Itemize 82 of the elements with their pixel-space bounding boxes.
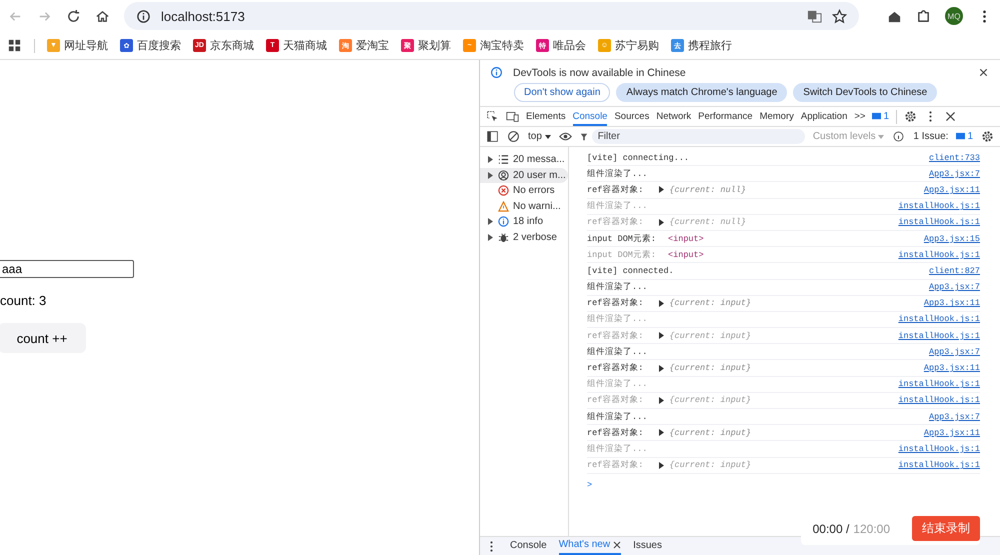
filter-field[interactable]: Filter [592, 129, 805, 144]
infobar-button[interactable]: Always match Chrome's language [616, 83, 788, 102]
log-message: ref容器对象: [587, 459, 644, 472]
log-message: 组件渲染了... [587, 442, 648, 455]
log-message: input DOM元素: [587, 248, 656, 261]
log-message: 组件渲染了... [587, 378, 648, 390]
issues-badge[interactable]: 1 [956, 131, 973, 142]
count-text: count: 3 [0, 293, 46, 308]
context-dropdown[interactable]: top [528, 131, 551, 142]
source-link[interactable]: installHook.js:1 [898, 330, 980, 341]
log-message: 组件渲染了... [587, 410, 648, 423]
time-limit: 120:00 [853, 522, 890, 536]
object-preview[interactable]: {current: null} [659, 184, 746, 195]
devtools-tab[interactable]: Network [656, 107, 692, 126]
avatar[interactable]: MQ [945, 7, 963, 25]
log-message: 组件渲染了... [587, 168, 648, 180]
source-link[interactable]: installHook.js:1 [898, 444, 980, 454]
source-link[interactable]: App3.jsx:7 [928, 282, 980, 292]
count-button[interactable]: count ++ [0, 323, 86, 353]
text-input[interactable]: aaa [0, 260, 134, 278]
log-message: [vite] connected. [587, 266, 674, 276]
source-link[interactable]: App3.jsx:7 [928, 168, 980, 179]
messages-badge[interactable]: 1 [872, 111, 890, 122]
sidebar-item[interactable]: No warni... [480, 198, 568, 214]
source-link[interactable]: installHook.js:1 [898, 379, 980, 390]
log-message: ref容器对象: [587, 330, 644, 342]
source-link[interactable]: client:827 [928, 266, 980, 276]
sidebar-item[interactable]: 20 messa... [480, 152, 568, 168]
source-link[interactable]: installHook.js:1 [898, 201, 980, 212]
console-prompt[interactable]: > [587, 474, 980, 490]
elapsed-time: 00:00 / [812, 522, 850, 536]
log-message: 组件渲染了... [587, 281, 648, 294]
source-link[interactable]: App3.jsx:11 [924, 428, 980, 438]
log-message: ref容器对象: [587, 184, 644, 196]
object-preview[interactable]: {current: input} [659, 298, 752, 308]
log-message: 组件渲染了... [587, 200, 648, 212]
source-link[interactable]: App3.jsx:7 [928, 346, 980, 357]
log-message: ref容器对象: [587, 362, 644, 374]
devtools-tab[interactable]: Console [572, 107, 608, 126]
devtools-tab[interactable]: Elements [526, 107, 566, 126]
source-link[interactable]: App3.jsx:11 [924, 298, 980, 308]
stop-recording-button[interactable]: 结束录制 [912, 516, 980, 541]
infobar-button[interactable]: Don't show again [514, 83, 610, 102]
source-link[interactable]: installHook.js:1 [898, 217, 980, 228]
element-preview[interactable]: <input> [668, 250, 704, 260]
source-link[interactable]: App3.jsx:11 [924, 363, 980, 374]
source-link[interactable]: installHook.js:1 [898, 250, 980, 260]
sidebar-item[interactable]: 2 verbose [480, 230, 568, 245]
issues-label[interactable]: 1 Issue: [913, 131, 948, 142]
log-message: ref容器对象: [587, 216, 644, 228]
log-message: 组件渲染了... [587, 346, 648, 358]
drawer-tab[interactable]: What's new [558, 537, 622, 555]
log-message: input DOM元素: [587, 232, 656, 245]
log-message: ref容器对象: [587, 297, 644, 310]
sidebar-item[interactable]: 18 info [480, 214, 568, 230]
element-preview[interactable]: <input> [668, 234, 704, 244]
address-bar[interactable]: localhost:5173 [124, 2, 859, 30]
source-link[interactable]: installHook.js:1 [898, 460, 980, 470]
log-message: [vite] connecting... [587, 152, 690, 163]
devtools-tab[interactable]: Sources [614, 107, 650, 126]
object-preview[interactable]: {current: input} [659, 363, 752, 374]
source-link[interactable]: installHook.js:1 [898, 395, 980, 406]
devtools-tab[interactable]: Performance [698, 107, 753, 126]
object-preview[interactable]: {current: input} [659, 428, 752, 438]
source-link[interactable]: client:733 [928, 152, 980, 163]
log-message: 组件渲染了... [587, 313, 648, 326]
source-link[interactable]: App3.jsx:7 [928, 412, 980, 422]
source-link[interactable]: installHook.js:1 [898, 314, 980, 324]
infobar-button[interactable]: Switch DevTools to Chinese [793, 83, 938, 102]
sidebar-item[interactable]: 20 user m... [480, 168, 568, 183]
sidebar-item[interactable]: No errors [480, 183, 568, 198]
drawer-tab[interactable]: Issues [633, 537, 662, 555]
log-message: ref容器对象: [587, 394, 644, 406]
source-link[interactable]: App3.jsx:15 [924, 234, 980, 244]
devtools-tab[interactable]: Application [800, 107, 848, 126]
drawer-tab[interactable]: Console [510, 537, 547, 555]
infobar-message: DevTools is now available in Chinese [513, 66, 686, 78]
more-tabs-button[interactable]: >> [854, 107, 866, 126]
source-link[interactable]: App3.jsx:11 [924, 184, 980, 195]
devtools-tab[interactable]: Memory [760, 107, 794, 126]
log-message: ref容器对象: [587, 426, 644, 439]
url-text: localhost:5173 [161, 8, 245, 24]
